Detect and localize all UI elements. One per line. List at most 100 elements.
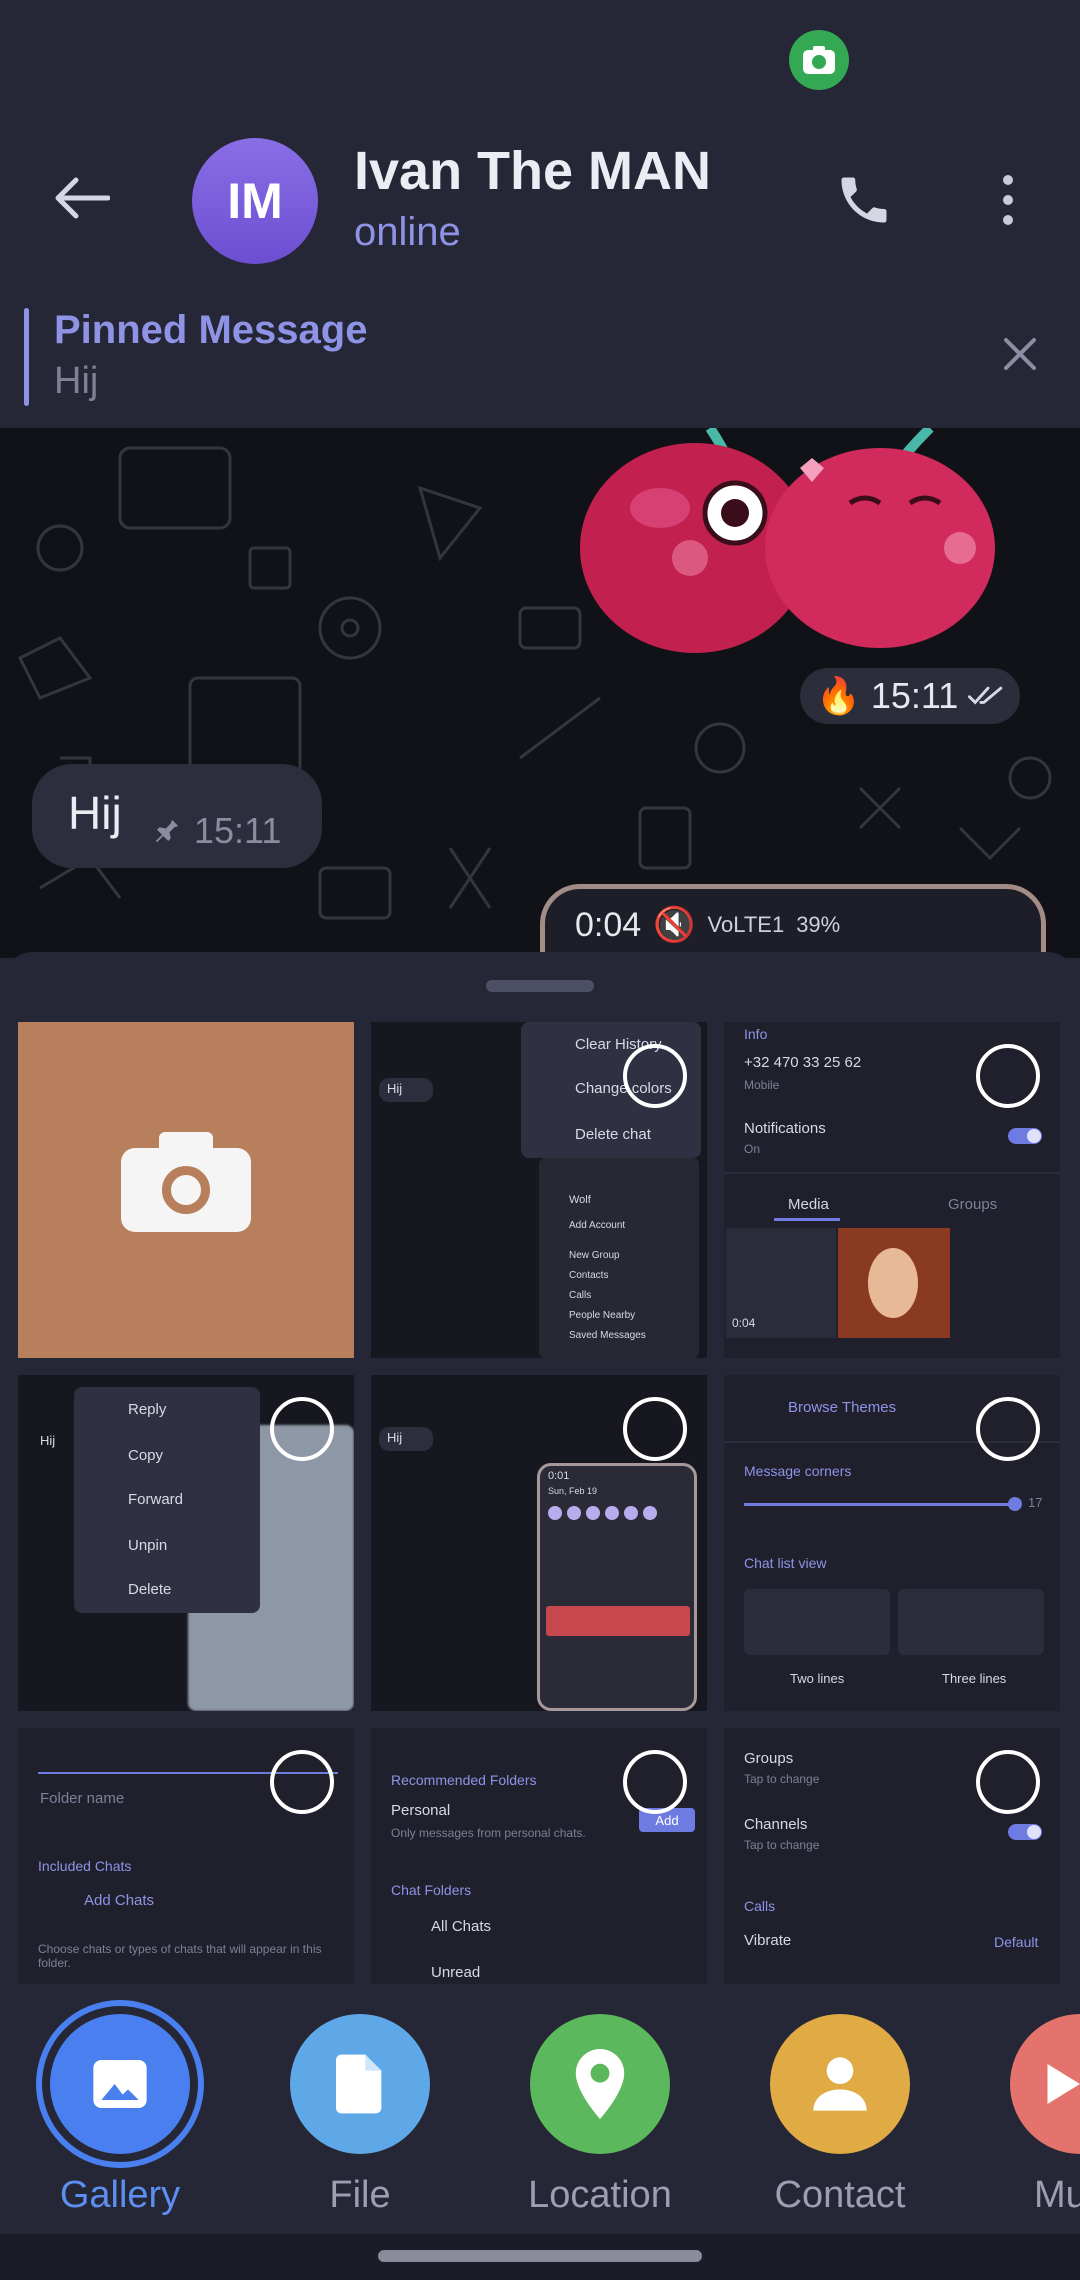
message-time: 15:11 bbox=[194, 810, 282, 851]
mini-info-header: Info bbox=[744, 1026, 768, 1042]
gallery-photo-2[interactable]: Info +32 470 33 25 62 Mobile Notificatio… bbox=[724, 1022, 1060, 1358]
chat-messages-area[interactable]: 🔥 15:11 Hij 15:11 0:04 🔇 VoLTE1 39% bbox=[0, 428, 1080, 958]
mini-phone-date: Sun, Feb 19 bbox=[548, 1486, 598, 1496]
file-label: File bbox=[329, 2174, 391, 2216]
mini-folder-hint: Choose chats or types of chats that will… bbox=[38, 1942, 322, 1970]
system-nav-bar bbox=[0, 2234, 1080, 2280]
mini-drawer: Wolf Add Account New Group Contacts Call… bbox=[539, 1158, 699, 1358]
fire-reaction-icon[interactable]: 🔥 bbox=[816, 675, 861, 717]
avatar[interactable]: IM bbox=[192, 138, 318, 264]
sticker-time-pill: 🔥 15:11 bbox=[800, 668, 1020, 724]
mini-channels-hint: Tap to change bbox=[744, 1838, 820, 1852]
mini-phone-label: Mobile bbox=[744, 1078, 780, 1092]
contact-label: Contact bbox=[774, 2174, 906, 2216]
mini-selfie-thumb bbox=[838, 1228, 950, 1338]
mini-menu-item: Delete chat bbox=[575, 1126, 651, 1143]
pinned-text: Hij bbox=[54, 360, 99, 402]
gallery-photo-4[interactable]: Hij 0:01 Sun, Feb 19 bbox=[371, 1375, 707, 1711]
mini-thumb: 0:04 bbox=[726, 1228, 836, 1338]
music-play-icon bbox=[1010, 2014, 1080, 2154]
sheet-drag-handle[interactable] bbox=[486, 980, 594, 992]
pin-icon bbox=[155, 819, 179, 843]
mini-two-lines: Two lines bbox=[790, 1671, 845, 1686]
select-circle[interactable] bbox=[270, 1397, 334, 1461]
mini-bubble: Hij bbox=[379, 1427, 433, 1451]
gallery-icon bbox=[50, 2014, 190, 2154]
mini-phone: +32 470 33 25 62 bbox=[744, 1054, 862, 1071]
screen-recording-preview[interactable]: 0:04 🔇 VoLTE1 39% bbox=[540, 884, 1046, 958]
double-check-icon bbox=[968, 686, 1003, 705]
camera-icon bbox=[121, 1132, 251, 1232]
mini-drawer-item: Contacts bbox=[569, 1270, 609, 1281]
message-bubble[interactable]: Hij 15:11 bbox=[32, 764, 322, 868]
close-icon bbox=[1004, 338, 1036, 370]
message-text: Hij bbox=[68, 787, 122, 839]
pinned-title: Pinned Message bbox=[54, 308, 368, 352]
music-action[interactable]: Mu bbox=[990, 2014, 1080, 2234]
gallery-action[interactable]: Gallery bbox=[30, 2014, 210, 2234]
music-label: Mu bbox=[1034, 2174, 1080, 2216]
mini-bubble-text: Hij bbox=[387, 1430, 403, 1445]
mini-browse-themes: Browse Themes bbox=[788, 1399, 897, 1416]
mini-phone-time: 0:01 bbox=[548, 1470, 570, 1482]
gallery-photo-3[interactable]: Reply Copy Forward Unpin Delete Hij bbox=[18, 1375, 354, 1711]
mini-menu-item: Reply bbox=[128, 1401, 167, 1418]
location-label: Location bbox=[528, 2174, 672, 2216]
mini-personal: Personal bbox=[391, 1802, 451, 1819]
kissing-cherries-sticker[interactable] bbox=[560, 428, 1020, 678]
file-icon bbox=[290, 2014, 430, 2154]
mini-chat-folders: Chat Folders bbox=[391, 1882, 472, 1898]
mini-toggle bbox=[1008, 1128, 1042, 1144]
mini-bubble: Hij bbox=[379, 1078, 433, 1102]
mini-channels: Channels bbox=[744, 1816, 808, 1833]
message-meta: 15:11 bbox=[152, 810, 281, 852]
contact-action[interactable]: Contact bbox=[750, 2014, 930, 2234]
mini-folder-name: Folder name bbox=[40, 1790, 125, 1807]
gallery-photo-7[interactable]: Recommended Folders Personal Only messag… bbox=[371, 1728, 707, 1992]
mini-tab-groups: Groups bbox=[948, 1196, 998, 1213]
home-gesture-handle[interactable] bbox=[378, 2250, 702, 2262]
back-button[interactable] bbox=[44, 160, 120, 236]
call-button[interactable] bbox=[828, 164, 900, 236]
select-circle[interactable] bbox=[270, 1750, 334, 1814]
location-action[interactable]: Location bbox=[510, 2014, 690, 2234]
gallery-photo-1[interactable]: Clear History Change colors Delete chat … bbox=[371, 1022, 707, 1358]
gallery-grid: Clear History Change colors Delete chat … bbox=[18, 1022, 1062, 1992]
more-options-button[interactable] bbox=[990, 164, 1026, 236]
file-action[interactable]: File bbox=[270, 2014, 450, 2234]
preview-time: 0:04 bbox=[575, 905, 642, 944]
chat-status: online bbox=[354, 210, 461, 254]
mini-message-corners: Message corners bbox=[744, 1463, 852, 1479]
select-circle[interactable] bbox=[623, 1750, 687, 1814]
pinned-message-bar[interactable]: Pinned Message Hij bbox=[0, 296, 1080, 416]
arrow-left-icon bbox=[55, 177, 110, 219]
select-circle[interactable] bbox=[976, 1044, 1040, 1108]
chat-title[interactable]: Ivan The MAN bbox=[354, 140, 711, 202]
close-pinned-button[interactable] bbox=[990, 324, 1050, 384]
mini-drawer-item: People Nearby bbox=[569, 1310, 636, 1321]
camera-tile[interactable] bbox=[18, 1022, 354, 1358]
select-circle[interactable] bbox=[623, 1044, 687, 1108]
mini-all-chats: All Chats bbox=[431, 1918, 492, 1935]
mini-recommended: Recommended Folders bbox=[391, 1772, 537, 1788]
chat-header: IM Ivan The MAN online bbox=[0, 0, 1080, 290]
mini-drawer-item: Saved Messages bbox=[569, 1330, 646, 1341]
mini-menu-item: Unpin bbox=[128, 1537, 168, 1554]
gallery-photo-8[interactable]: Groups Tap to change Channels Tap to cha… bbox=[724, 1728, 1060, 1992]
screen-record-indicator-icon[interactable] bbox=[789, 30, 849, 90]
mute-icon: 🔇 bbox=[653, 906, 696, 944]
select-circle[interactable] bbox=[623, 1397, 687, 1461]
mini-notifications: Notifications bbox=[744, 1120, 826, 1137]
gallery-photo-5[interactable]: Browse Themes Message corners 17 Chat li… bbox=[724, 1375, 1060, 1711]
location-pin-icon bbox=[530, 2014, 670, 2154]
gallery-photo-6[interactable]: Folder name Included Chats Add Chats Cho… bbox=[18, 1728, 354, 1992]
mini-menu-item: Forward bbox=[128, 1491, 184, 1508]
mini-vibrate: Vibrate bbox=[744, 1932, 792, 1949]
select-circle[interactable] bbox=[976, 1750, 1040, 1814]
mini-groups: Groups bbox=[744, 1750, 794, 1767]
select-circle[interactable] bbox=[976, 1397, 1040, 1461]
mini-bubble-text: Hij bbox=[40, 1433, 56, 1448]
pinned-accent-bar bbox=[24, 308, 29, 406]
mini-drawer-item: Wolf bbox=[569, 1194, 591, 1206]
mini-menu-item: Copy bbox=[128, 1447, 164, 1464]
